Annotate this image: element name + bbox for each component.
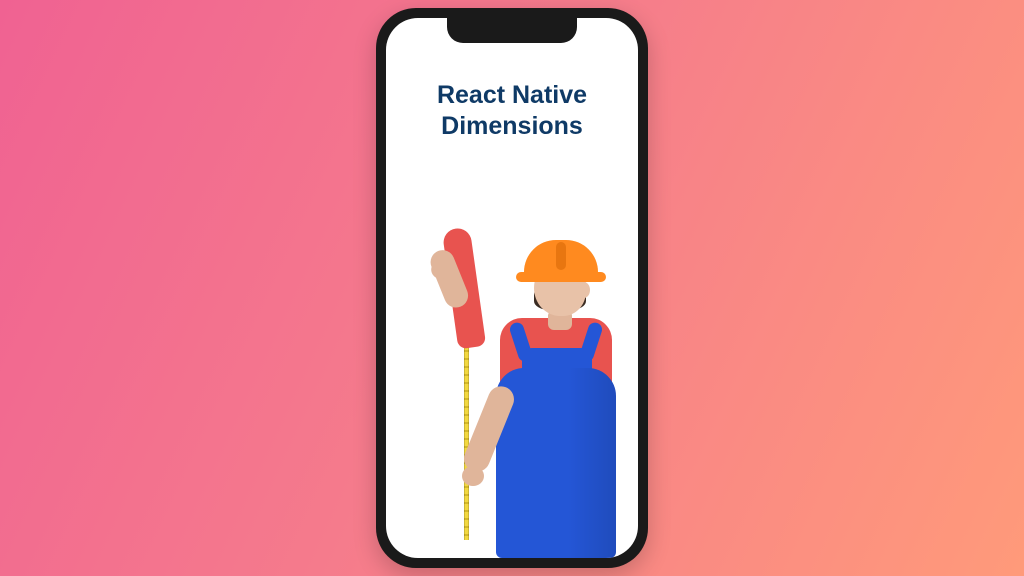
worker-illustration [386, 208, 638, 558]
title-line-2: Dimensions [386, 111, 638, 142]
construction-worker [456, 228, 626, 558]
worker-ear [578, 282, 590, 298]
worker-hand-lower [462, 466, 484, 486]
worker-arm-raised [442, 227, 486, 350]
phone-mockup-frame: React Native Dimensions [376, 8, 648, 568]
title-line-1: React Native [386, 80, 638, 111]
phone-notch [447, 17, 577, 43]
worker-forearm [427, 247, 472, 312]
worker-hand-upper [428, 255, 456, 282]
phone-screen: React Native Dimensions [386, 18, 638, 558]
hardhat-ridge [556, 242, 566, 270]
